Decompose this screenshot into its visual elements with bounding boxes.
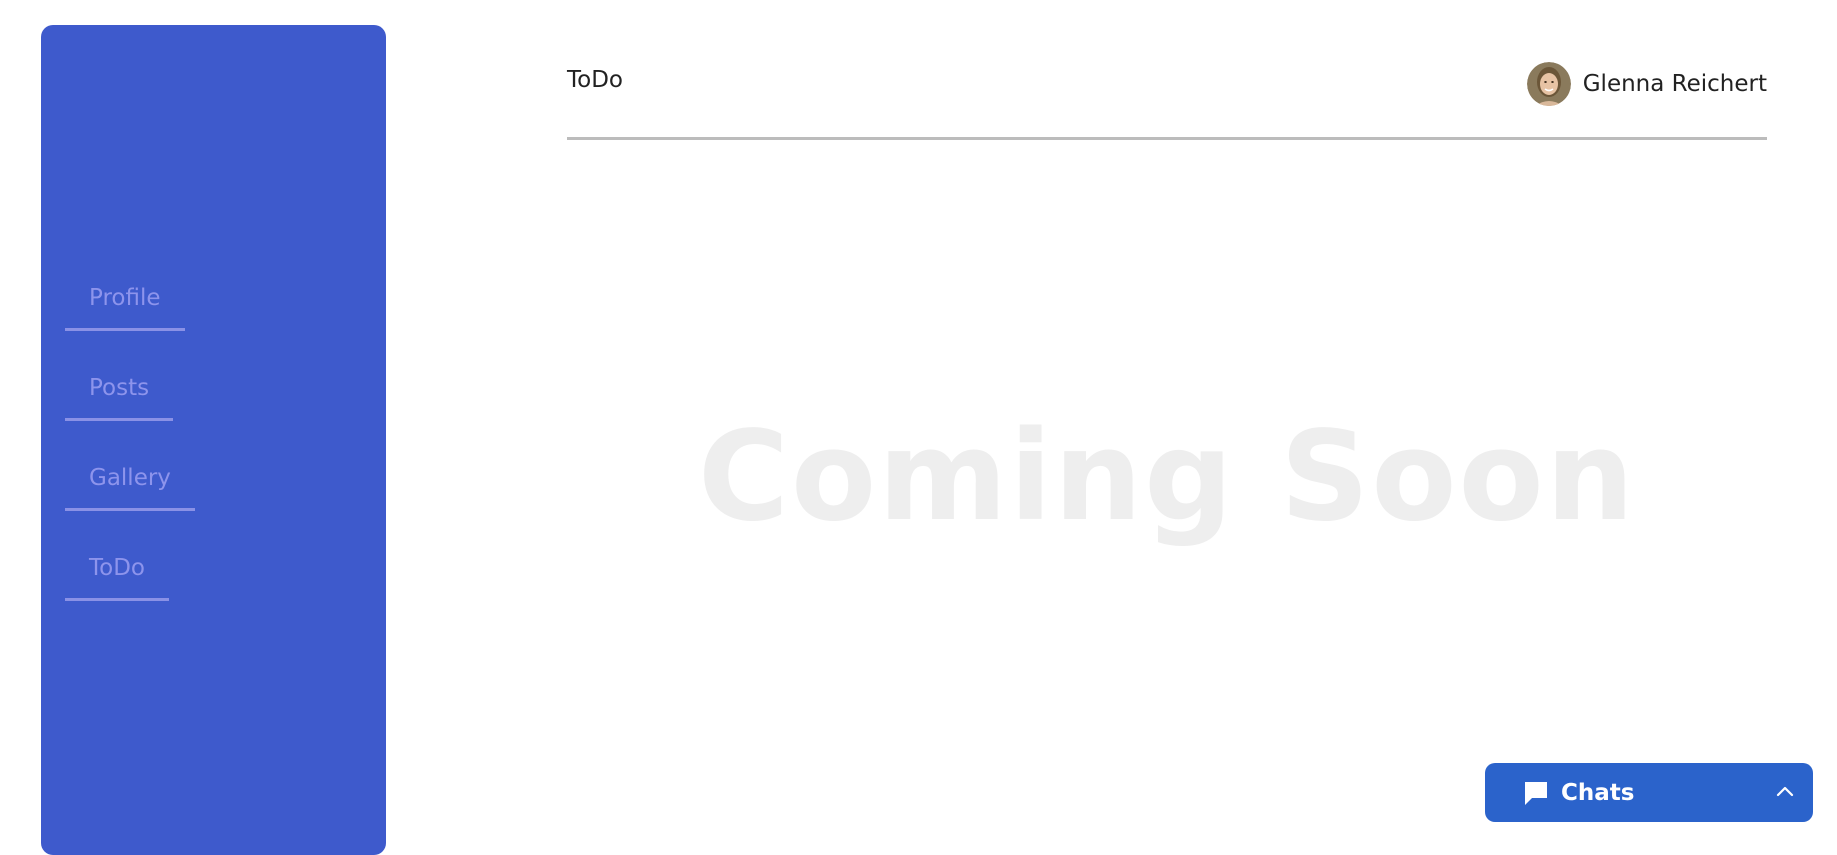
chat-bubble-icon <box>1525 781 1547 805</box>
sidebar-item-todo[interactable]: ToDo <box>65 545 169 601</box>
sidebar: Profile Posts Gallery ToDo <box>41 25 386 855</box>
page-header: ToDo Glenna Reichert <box>567 52 1767 140</box>
sidebar-item-profile[interactable]: Profile <box>65 275 185 331</box>
chats-widget[interactable]: Chats <box>1485 763 1813 822</box>
sidebar-item-gallery[interactable]: Gallery <box>65 455 195 511</box>
user-profile[interactable]: Glenna Reichert <box>1526 62 1767 106</box>
sidebar-row-posts: Posts <box>65 365 195 455</box>
sidebar-row-profile: Profile <box>65 275 195 365</box>
user-name[interactable]: Glenna Reichert <box>1583 71 1767 97</box>
user-avatar-photo <box>1526 62 1571 106</box>
sidebar-row-todo: ToDo <box>65 545 195 635</box>
avatar[interactable] <box>1526 62 1571 106</box>
sidebar-nav: Profile Posts Gallery ToDo <box>65 275 195 635</box>
chevron-up-icon[interactable] <box>1775 782 1795 802</box>
sidebar-row-gallery: Gallery <box>65 455 195 545</box>
sidebar-item-posts[interactable]: Posts <box>65 365 174 421</box>
page-title: ToDo <box>567 67 623 93</box>
chats-label: Chats <box>1561 779 1635 806</box>
coming-soon-placeholder: Coming Soon <box>697 405 1637 549</box>
